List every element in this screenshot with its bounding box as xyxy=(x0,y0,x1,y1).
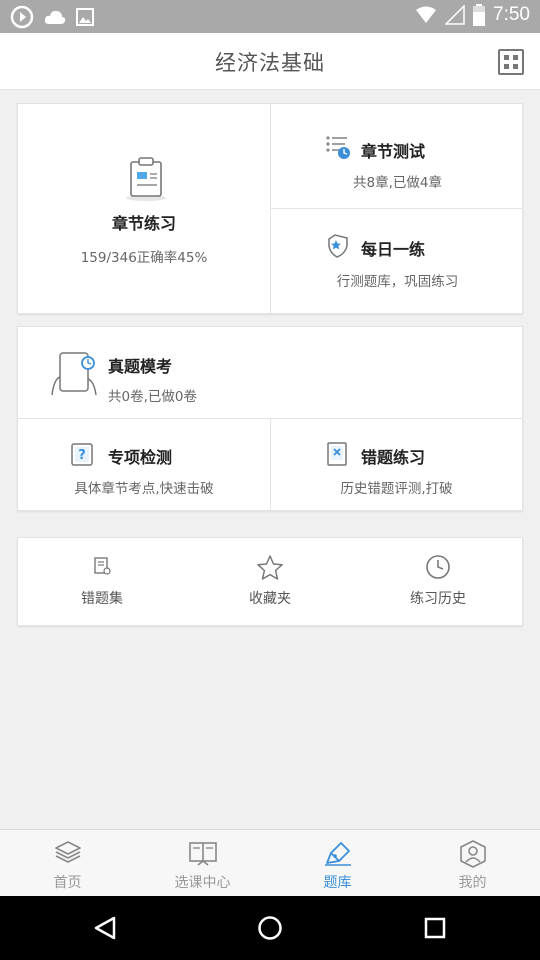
wrong-practice-label: 错题练习 xyxy=(361,448,426,467)
svg-text:?: ? xyxy=(78,448,86,463)
wrong-practice-sub: 历史错题评测,打破 xyxy=(340,481,453,497)
tab-home[interactable]: 首页 xyxy=(0,830,135,897)
grid-icon[interactable] xyxy=(498,49,524,75)
back-icon[interactable] xyxy=(92,915,118,941)
clipboard-icon xyxy=(126,157,166,201)
chapter-practice-label: 章节练习 xyxy=(111,214,176,233)
tab-mine-label: 我的 xyxy=(458,875,487,891)
tab-course-center[interactable]: 选课中心 xyxy=(135,830,270,897)
daily-practice-sub: 行测题库，巩固练习 xyxy=(336,274,459,290)
tab-mine[interactable]: 我的 xyxy=(405,830,540,897)
wrong-set-button[interactable]: 错题集 xyxy=(18,538,186,625)
wrong-practice-button[interactable]: 错题练习 历史错题评测,打破 xyxy=(271,419,522,510)
favorites-label: 收藏夹 xyxy=(249,591,291,607)
question-doc-icon: ? xyxy=(71,443,93,466)
mock-exam-label: 真题模考 xyxy=(108,357,173,376)
special-test-button[interactable]: ? 专项检测 具体章节考点,快速击破 xyxy=(18,419,270,510)
mock-exam-button[interactable]: 真题模考 共0卷,已做0卷 xyxy=(18,327,522,418)
tab-question-bank-label: 题库 xyxy=(323,875,352,891)
tab-course-center-label: 选课中心 xyxy=(174,875,231,891)
tab-question-bank[interactable]: 题库 xyxy=(270,830,405,897)
error-doc-icon xyxy=(327,442,347,466)
chapter-test-sub: 共8章,已做4章 xyxy=(353,175,442,191)
special-test-sub: 具体章节考点,快速击破 xyxy=(74,481,214,497)
bottom-tab-bar: 首页 选课中心 题库 我的 xyxy=(0,829,540,896)
signal-icon xyxy=(445,5,465,25)
note-icon xyxy=(94,557,111,575)
chapter-practice-stats: 159/346正确率45% xyxy=(80,250,208,266)
home-icon[interactable] xyxy=(257,915,283,941)
shield-star-icon xyxy=(328,234,348,258)
special-test-label: 专项检测 xyxy=(108,448,173,467)
app-bar: 经济法基础 xyxy=(0,33,540,90)
star-icon xyxy=(257,555,283,580)
system-nav-bar xyxy=(0,896,540,960)
page-title: 经济法基础 xyxy=(215,51,325,75)
battery-icon xyxy=(473,4,486,26)
recents-icon[interactable] xyxy=(423,916,447,940)
clock-icon xyxy=(426,555,450,579)
tablet-hand-icon xyxy=(51,352,97,396)
mock-exam-sub: 共0卷,已做0卷 xyxy=(108,389,197,405)
exam-card: 真题模考 共0卷,已做0卷 ? 专项检测 具体章节考点,快速击破 错题练习 历史… xyxy=(17,326,523,511)
tab-home-label: 首页 xyxy=(53,875,82,891)
daily-practice-button[interactable]: 每日一练 行测题库，巩固练习 xyxy=(271,209,524,313)
clock-time: 7:50 xyxy=(493,4,530,25)
pen-icon xyxy=(324,842,351,866)
list-clock-icon xyxy=(326,136,350,159)
wrong-set-label: 错题集 xyxy=(81,591,123,607)
favorites-button[interactable]: 收藏夹 xyxy=(186,538,354,625)
history-label: 练习历史 xyxy=(410,591,466,607)
chapter-test-button[interactable]: 章节测试 共8章,已做4章 xyxy=(271,104,524,208)
book-icon xyxy=(188,842,217,866)
cloud-icon xyxy=(44,10,66,24)
play-icon xyxy=(10,5,34,29)
chapter-test-label: 章节测试 xyxy=(361,142,426,161)
daily-practice-label: 每日一练 xyxy=(361,240,426,259)
status-bar: 7:50 xyxy=(0,0,540,33)
layers-icon xyxy=(54,841,81,863)
image-icon xyxy=(76,8,94,26)
practice-card: 章节练习 159/346正确率45% 章节测试 共8章,已做4章 每日一练 行测… xyxy=(17,103,523,314)
tools-card: 错题集 收藏夹 练习历史 xyxy=(17,537,523,626)
wifi-icon xyxy=(416,6,437,23)
user-icon xyxy=(459,840,486,868)
history-button[interactable]: 练习历史 xyxy=(354,538,522,625)
chapter-practice-button[interactable]: 章节练习 159/346正确率45% xyxy=(18,104,270,313)
